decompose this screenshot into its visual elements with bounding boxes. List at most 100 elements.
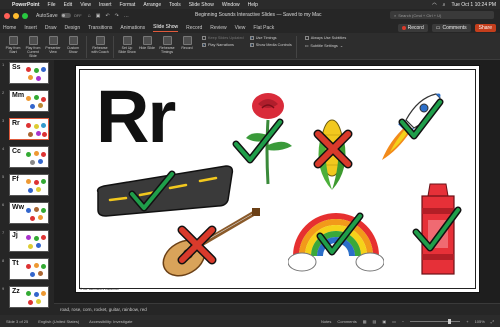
zoom-window-button[interactable]	[22, 12, 28, 19]
minimize-window-button[interactable]	[13, 12, 19, 19]
zoom-out-icon[interactable]: −	[402, 319, 404, 324]
slide-thumbnail[interactable]: Zz	[9, 286, 49, 308]
menu-window[interactable]: Window	[222, 2, 240, 8]
slide-thumbnail[interactable]: Cc	[9, 146, 49, 168]
accessibility-status[interactable]: Accessibility: Investigate	[89, 319, 132, 324]
menu-view[interactable]: View	[80, 2, 91, 8]
menu-edit[interactable]: Edit	[64, 2, 73, 8]
save-icon[interactable]: ▣	[96, 13, 101, 19]
slide-thumbnail[interactable]: Mm	[9, 90, 49, 112]
notes-text[interactable]: road, rose, corn, rocket, guitar, rainbo…	[60, 307, 147, 312]
always-use-subtitles-option[interactable]: Always Use Subtitles	[304, 36, 346, 40]
tab-animations[interactable]: Animations	[120, 25, 145, 31]
slideshow-view-icon[interactable]: ▭	[392, 319, 396, 324]
slide-thumbnail[interactable]: Tt	[9, 258, 49, 280]
slide-thumbnail-selected[interactable]: Rr	[9, 118, 49, 140]
share-button[interactable]: Share	[474, 23, 496, 32]
check-mark-icon[interactable]	[316, 212, 364, 258]
slide-letter-heading[interactable]: Rr	[96, 80, 176, 154]
notes-toggle[interactable]: Notes	[321, 319, 331, 324]
search-placeholder: Search (Cmd + Ctrl + U)	[398, 12, 442, 18]
menu-tools[interactable]: Tools	[169, 2, 181, 8]
slide-thumbnail[interactable]: Ss	[9, 62, 49, 84]
record-button[interactable]: Record	[397, 23, 428, 32]
tab-review[interactable]: Review	[210, 25, 226, 31]
tab-home[interactable]: Home	[3, 25, 16, 31]
menu-file[interactable]: File	[48, 2, 56, 8]
menu-arrange[interactable]: Arrange	[143, 2, 161, 8]
slide-thumbnail[interactable]: Ww	[9, 202, 49, 224]
ribbon-options-group-3: Always Use Subtitles ▭ Subtitle Settings ⌄	[304, 36, 346, 49]
thumbnail-pictures	[24, 206, 48, 222]
slide-thumbnail[interactable]: Jj	[9, 230, 49, 252]
keep-slides-updated-option[interactable]: Keep Slides Updated	[202, 36, 244, 40]
slide-sorter-icon[interactable]: ▤	[373, 319, 377, 324]
app-menu[interactable]: PowerPoint	[12, 2, 40, 8]
play-from-start-button[interactable]: Play from Start	[4, 36, 22, 54]
tab-slide-show[interactable]: Slide Show	[153, 24, 179, 32]
zoom-level[interactable]: 105%	[475, 319, 485, 324]
wifi-icon[interactable]: ◠	[432, 2, 436, 8]
comments-toggle[interactable]: Comments	[337, 319, 356, 324]
zoom-in-icon[interactable]: +	[466, 319, 468, 324]
rehearse-coach-label: Rehearse with Coach	[91, 46, 109, 54]
presenter-view-button[interactable]: Presenter View	[44, 36, 62, 54]
tab-insert[interactable]: Insert	[24, 25, 37, 31]
tab-design[interactable]: Design	[65, 25, 81, 31]
checkbox-checked[interactable]: ✓	[202, 43, 206, 47]
play-narrations-option[interactable]: ✓ Play Narrations	[202, 43, 244, 47]
custom-show-button[interactable]: Custom Show	[64, 36, 82, 54]
fit-to-window-icon[interactable]: ⤢	[491, 319, 494, 324]
tab-view[interactable]: View	[235, 25, 246, 31]
document-title: Beginning Sounds Interactive Slides — Sa…	[195, 12, 322, 18]
hide-slide-icon	[142, 36, 152, 45]
slide-thumbnails-panel[interactable]: 1 Ss 2 Mm 3 Rr 4 Cc 5 Ff 6 Ww 7 Jj 8 Tt …	[0, 60, 54, 315]
reading-view-icon[interactable]: ▣	[382, 319, 386, 324]
comments-button[interactable]: ▭ Comments	[431, 23, 471, 32]
slide-thumbnail[interactable]: Ff	[9, 174, 49, 196]
home-icon[interactable]: ⌂	[88, 13, 91, 19]
zoom-slider[interactable]	[410, 318, 461, 324]
clock[interactable]: Tue Oct 1 10:24 PM	[451, 2, 496, 8]
more-icon[interactable]: …	[124, 13, 129, 19]
show-media-controls-option[interactable]: ✓ Show Media Controls	[249, 43, 292, 47]
check-mark-icon[interactable]	[412, 206, 462, 254]
menu-help[interactable]: Help	[248, 2, 258, 8]
language-indicator[interactable]: English (United States)	[38, 319, 79, 324]
rehearse-with-coach-button[interactable]: Rehearse with Coach	[91, 36, 109, 54]
tab-transitions[interactable]: Transitions	[88, 25, 112, 31]
use-timings-option[interactable]: ✓ Use Timings	[249, 36, 292, 40]
autosave[interactable]: AutoSave OFF	[36, 13, 82, 19]
status-bar: Slide 3 of 25 English (United States) Ac…	[0, 315, 500, 327]
play-from-current-button[interactable]: Play from Current Slide	[24, 36, 42, 58]
checkbox-checked[interactable]: ✓	[249, 43, 254, 47]
x-mark-icon[interactable]	[176, 224, 218, 266]
x-mark-icon[interactable]	[312, 128, 354, 170]
tab-record[interactable]: Record	[186, 25, 202, 31]
tab-flat-pack[interactable]: Flat Pack	[253, 25, 274, 31]
redo-icon[interactable]: ↷	[115, 13, 119, 19]
notes-pane[interactable]: road, rose, corn, rocket, guitar, rainbo…	[54, 303, 500, 315]
rehearse-timings-button[interactable]: Rehearse Timings	[158, 36, 176, 54]
check-mark-icon[interactable]	[398, 98, 444, 144]
subtitle-settings-dropdown[interactable]: ▭ Subtitle Settings ⌄	[305, 43, 346, 49]
menu-slide-show[interactable]: Slide Show	[189, 2, 214, 8]
search-box[interactable]: ⌕ Search (Cmd + Ctrl + U)	[390, 11, 494, 19]
menu-format[interactable]: Format	[119, 2, 135, 8]
close-window-button[interactable]	[4, 12, 10, 19]
thumbnail-number: 8	[2, 258, 5, 263]
record-icon	[401, 25, 406, 30]
set-up-slide-show-button[interactable]: Set Up Slide Show	[118, 36, 136, 54]
undo-icon[interactable]: ↶	[105, 13, 109, 19]
checkbox-checked[interactable]: ✓	[249, 36, 254, 40]
search-menu-icon[interactable]: ⌕	[443, 2, 446, 8]
autosave-toggle[interactable]	[60, 13, 71, 18]
tab-draw[interactable]: Draw	[45, 25, 57, 31]
normal-view-icon[interactable]: ▦	[363, 319, 367, 324]
hide-slide-button[interactable]: Hide Slide	[138, 36, 156, 50]
checkbox[interactable]	[304, 36, 309, 40]
checkbox[interactable]	[202, 36, 206, 40]
record-slide-show-button[interactable]: Record	[178, 36, 196, 50]
menu-insert[interactable]: Insert	[99, 2, 112, 8]
check-mark-icon[interactable]	[232, 118, 284, 166]
